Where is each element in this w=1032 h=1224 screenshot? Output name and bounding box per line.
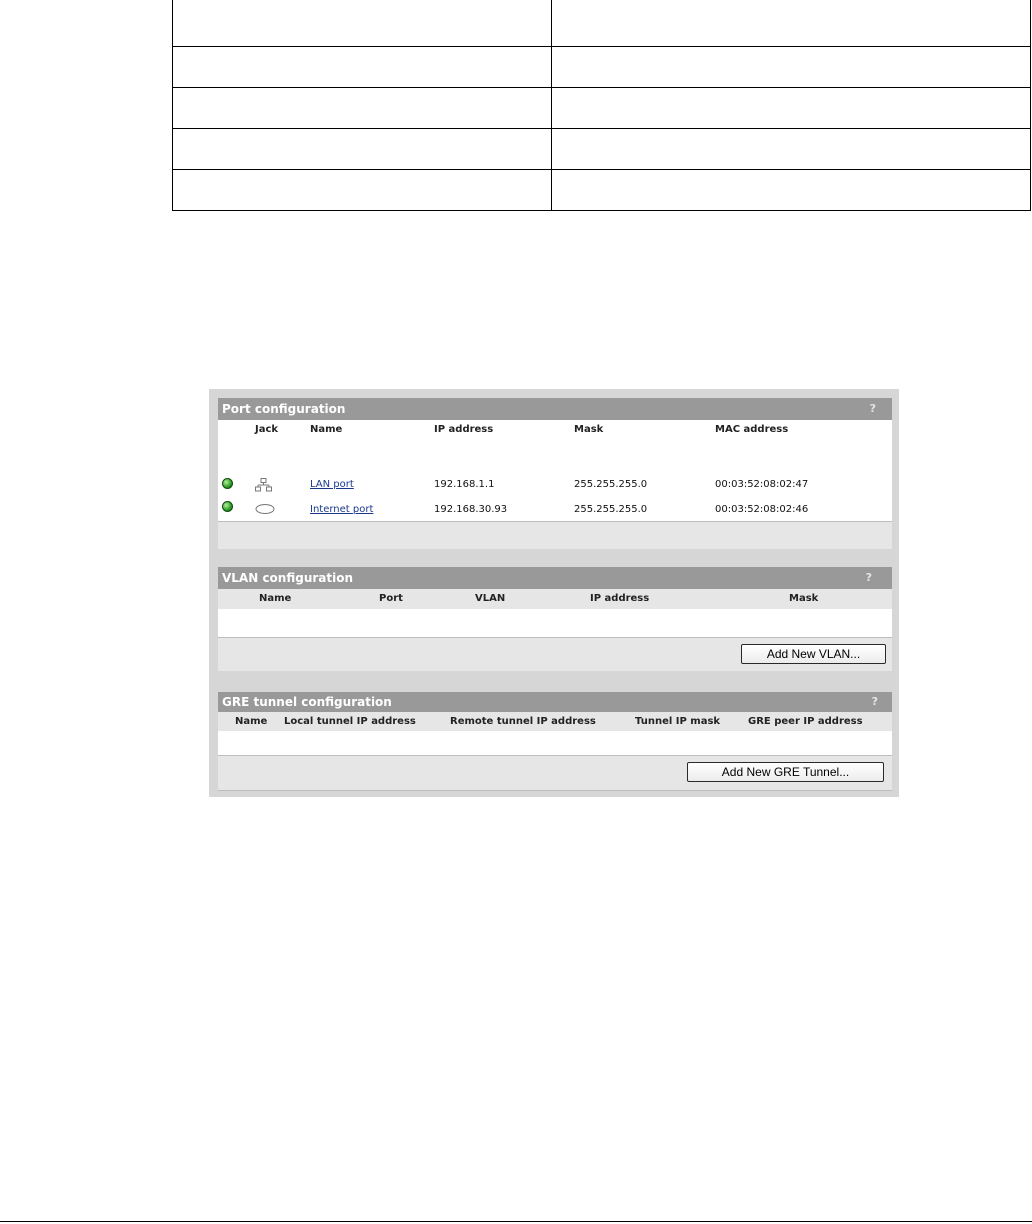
document-table-cell xyxy=(172,0,552,47)
gre-table-header: Name Local tunnel IP address Remote tunn… xyxy=(218,712,892,731)
port-name-link[interactable]: Internet port xyxy=(310,504,373,515)
column-header-mac: MAC address xyxy=(715,424,789,435)
gre-tunnel-configuration-title: GRE tunnel configuration ? xyxy=(218,692,892,712)
vlan-configuration-title: VLAN configuration ? xyxy=(218,567,892,589)
document-table-cell xyxy=(172,87,552,129)
column-header-name: Name xyxy=(310,424,343,435)
column-header-remote-tunnel-ip: Remote tunnel IP address xyxy=(450,716,596,727)
help-icon[interactable]: ? xyxy=(870,398,876,420)
configuration-panel: Port configuration ? Jack Name IP addres… xyxy=(209,389,899,797)
column-header-port: Port xyxy=(379,593,403,604)
section-title-text: Port configuration xyxy=(222,402,346,416)
status-green-icon xyxy=(222,501,233,512)
column-header-tunnel-ip-mask: Tunnel IP mask xyxy=(635,716,721,727)
port-configuration-title: Port configuration ? xyxy=(218,398,892,420)
gre-tunnel-configuration-section: GRE tunnel configuration ? Name Local tu… xyxy=(218,692,892,791)
mac-address-value: 00:03:52:08:02:47 xyxy=(715,479,809,490)
vlan-table-body xyxy=(218,609,892,637)
gre-table-footer: Add New GRE Tunnel... xyxy=(218,755,892,791)
document-table-header-row xyxy=(172,0,1031,47)
table-row: Internet port 192.168.30.93 255.255.255.… xyxy=(218,501,892,519)
document-table-cell xyxy=(172,46,552,88)
vlan-configuration-section: VLAN configuration ? Name Port VLAN IP a… xyxy=(218,567,892,671)
add-gre-tunnel-button[interactable]: Add New GRE Tunnel... xyxy=(687,762,884,782)
column-header-mask: Mask xyxy=(789,593,819,604)
column-header-jack: Jack xyxy=(255,424,279,435)
help-icon[interactable]: ? xyxy=(866,567,872,589)
document-table-row xyxy=(172,128,1031,170)
help-icon[interactable]: ? xyxy=(872,692,878,712)
column-header-ip: IP address xyxy=(434,424,494,435)
document-table-row xyxy=(172,87,1031,129)
document-table-cell xyxy=(551,128,1031,170)
section-title-text: VLAN configuration xyxy=(222,571,354,585)
document-table-cell xyxy=(551,169,1031,211)
document-table-cell xyxy=(172,169,552,211)
column-header-gre-peer-ip: GRE peer IP address xyxy=(748,716,863,727)
ip-address-value: 192.168.30.93 xyxy=(434,504,508,515)
port-configuration-section: Port configuration ? Jack Name IP addres… xyxy=(218,398,892,549)
vlan-table-footer: Add New VLAN... xyxy=(218,637,892,671)
port-table: Jack Name IP address Mask MAC address LA… xyxy=(218,420,892,521)
column-header-local-tunnel-ip: Local tunnel IP address xyxy=(284,716,416,727)
mac-address-value: 00:03:52:08:02:46 xyxy=(715,504,809,515)
gre-table-body xyxy=(218,731,892,755)
column-header-ip: IP address xyxy=(590,593,650,604)
port-table-header: Jack Name IP address Mask MAC address xyxy=(218,420,892,442)
document-table-row xyxy=(172,46,1031,88)
vlan-table-header: Name Port VLAN IP address Mask xyxy=(218,589,892,609)
document-table-cell xyxy=(551,0,1031,47)
column-header-vlan: VLAN xyxy=(475,593,506,604)
internet-cloud-icon xyxy=(255,503,275,518)
port-name-link[interactable]: LAN port xyxy=(310,479,354,490)
mask-value: 255.255.255.0 xyxy=(574,504,648,515)
column-header-name: Name xyxy=(235,716,268,727)
document-table xyxy=(172,0,1031,211)
mask-value: 255.255.255.0 xyxy=(574,479,648,490)
document-table-cell xyxy=(172,128,552,170)
port-table-footer xyxy=(218,521,892,549)
status-green-icon xyxy=(222,478,233,489)
page-bottom-rule xyxy=(0,1221,1032,1222)
ip-address-value: 192.168.1.1 xyxy=(434,479,495,490)
section-title-text: GRE tunnel configuration xyxy=(222,695,392,709)
document-table-cell xyxy=(551,46,1031,88)
column-header-name: Name xyxy=(259,593,292,604)
column-header-mask: Mask xyxy=(574,424,604,435)
add-vlan-button[interactable]: Add New VLAN... xyxy=(741,644,886,664)
table-row: LAN port 192.168.1.1 255.255.255.0 00:03… xyxy=(218,478,892,494)
network-jack-icon xyxy=(255,478,273,495)
document-table-row xyxy=(172,169,1031,211)
document-table-cell xyxy=(551,87,1031,129)
